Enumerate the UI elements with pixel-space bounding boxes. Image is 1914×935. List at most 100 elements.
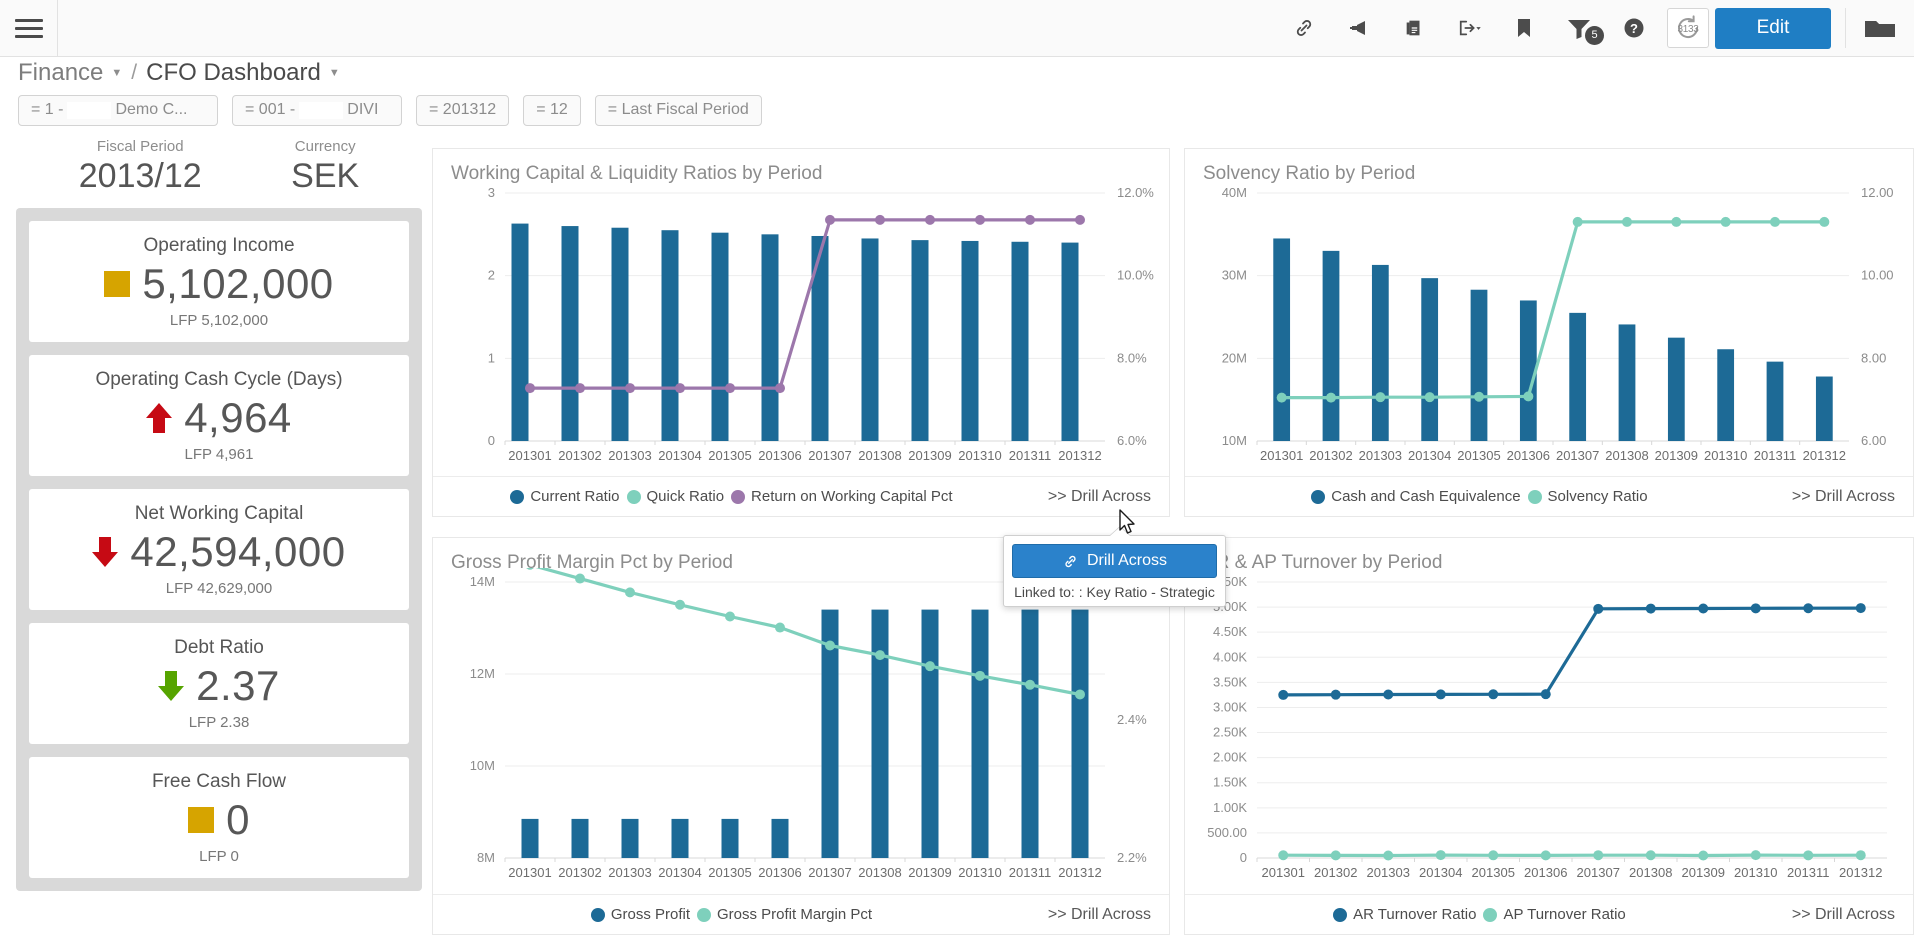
- drill-across-link[interactable]: >> Drill Across: [1030, 906, 1169, 924]
- copy-icon[interactable]: [1386, 0, 1441, 57]
- chart-data-point[interactable]: [1770, 216, 1780, 227]
- chart-data-point[interactable]: [625, 383, 635, 394]
- chart-data-point[interactable]: [1278, 689, 1289, 700]
- drill-across-button[interactable]: Drill Across: [1012, 544, 1217, 578]
- legend-item[interactable]: AP Turnover Ratio: [1483, 906, 1626, 923]
- chart-data-point[interactable]: [1075, 214, 1085, 225]
- chart-data-point[interactable]: [1593, 603, 1604, 614]
- chart-data-point[interactable]: [1645, 850, 1656, 861]
- chart-bar[interactable]: [1061, 242, 1079, 441]
- chart-data-point[interactable]: [925, 214, 935, 225]
- chart-bar[interactable]: [711, 232, 729, 441]
- chart-data-point[interactable]: [1750, 850, 1761, 861]
- chart-data-point[interactable]: [975, 214, 985, 225]
- chart-data-point[interactable]: [1025, 214, 1035, 225]
- chart-data-point[interactable]: [725, 611, 735, 622]
- chart-data-point[interactable]: [575, 383, 585, 394]
- filter-chip-last-fiscal-period[interactable]: = Last Fiscal Period: [594, 94, 762, 126]
- help-icon[interactable]: ?: [1606, 0, 1661, 57]
- chart-line[interactable]: [530, 568, 1081, 697]
- chart-data-point[interactable]: [1855, 603, 1866, 614]
- bookmark-icon[interactable]: [1496, 0, 1551, 57]
- chart-data-point[interactable]: [1330, 850, 1341, 861]
- chart-data-point[interactable]: [1803, 850, 1814, 861]
- chart-bar[interactable]: [761, 234, 779, 441]
- chart-bar[interactable]: [661, 230, 679, 441]
- kpi-card-debt-ratio[interactable]: Debt Ratio 2.37 LFP 2.38: [29, 623, 409, 744]
- chart-data-point[interactable]: [1276, 392, 1287, 403]
- chart-data-point[interactable]: [1383, 689, 1394, 700]
- chart-data-point[interactable]: [675, 383, 685, 394]
- chart-bar[interactable]: [1371, 264, 1389, 441]
- chart-data-point[interactable]: [1819, 216, 1830, 227]
- chart-data-point[interactable]: [1375, 392, 1386, 403]
- chart-bar[interactable]: [671, 818, 689, 858]
- chart-data-point[interactable]: [1075, 689, 1085, 700]
- link-icon[interactable]: [1276, 0, 1331, 57]
- legend-item[interactable]: Cash and Cash Equivalence: [1311, 488, 1521, 505]
- chart-bar[interactable]: [871, 609, 889, 858]
- hamburger-menu-icon[interactable]: [0, 0, 58, 57]
- chart-data-point[interactable]: [1488, 850, 1499, 861]
- chart-bar[interactable]: [1618, 324, 1636, 441]
- chart-line[interactable]: [1281, 220, 1825, 400]
- chart-data-point[interactable]: [1855, 850, 1866, 861]
- drill-across-link[interactable]: >> Drill Across: [1774, 906, 1913, 924]
- chart-data-point[interactable]: [1474, 391, 1484, 402]
- chart-data-point[interactable]: [1523, 391, 1534, 402]
- edit-button[interactable]: Edit: [1715, 7, 1831, 49]
- chart-bar[interactable]: [1470, 289, 1488, 441]
- chart-bar[interactable]: [961, 240, 979, 441]
- chart-data-point[interactable]: [1278, 850, 1289, 861]
- chart-bar[interactable]: [511, 223, 529, 441]
- legend-item[interactable]: Gross Profit: [590, 906, 690, 923]
- chart-data-point[interactable]: [1572, 216, 1583, 227]
- chart-bar[interactable]: [1717, 349, 1735, 441]
- legend-item[interactable]: Return on Working Capital Pct: [731, 488, 953, 505]
- chart-data-point[interactable]: [875, 650, 885, 661]
- legend-item[interactable]: Current Ratio: [510, 488, 620, 505]
- chart-data-point[interactable]: [1383, 850, 1394, 861]
- chart-bar[interactable]: [1667, 337, 1685, 441]
- chart-data-point[interactable]: [675, 599, 685, 610]
- chart-data-point[interactable]: [1435, 850, 1446, 861]
- chart-data-point[interactable]: [1435, 689, 1446, 700]
- drill-across-link[interactable]: >> Drill Across: [1030, 488, 1169, 506]
- chart-bar[interactable]: [1322, 250, 1340, 441]
- filter-icon[interactable]: 5: [1551, 0, 1606, 57]
- chart-data-point[interactable]: [625, 587, 635, 598]
- kpi-card-free-cash-flow[interactable]: Free Cash Flow 0 LFP 0: [29, 757, 409, 878]
- chart-data-point[interactable]: [1025, 679, 1035, 690]
- chart-bar[interactable]: [811, 235, 829, 441]
- chart-data-point[interactable]: [1593, 850, 1604, 861]
- chart-data-point[interactable]: [1645, 603, 1656, 614]
- chart-data-point[interactable]: [975, 670, 985, 681]
- chart-bar[interactable]: [521, 818, 539, 858]
- chart-data-point[interactable]: [1622, 216, 1632, 227]
- export-icon[interactable]: [1441, 0, 1496, 57]
- chart-bar[interactable]: [1011, 241, 1029, 441]
- chart-bar[interactable]: [1815, 376, 1833, 441]
- kpi-card-operating-cash-cycle[interactable]: Operating Cash Cycle (Days) 4,964 LFP 4,…: [29, 355, 409, 476]
- chart-bar[interactable]: [621, 818, 639, 858]
- chart-bar[interactable]: [1421, 278, 1439, 441]
- chart-bar[interactable]: [1569, 312, 1587, 441]
- chart-data-point[interactable]: [1671, 216, 1682, 227]
- folder-icon[interactable]: [1846, 0, 1914, 57]
- chart-bar[interactable]: [561, 226, 579, 441]
- legend-item[interactable]: AR Turnover Ratio: [1333, 906, 1476, 923]
- chart-data-point[interactable]: [1424, 392, 1435, 403]
- breadcrumb-page[interactable]: CFO Dashboard: [146, 59, 321, 87]
- breadcrumb-root[interactable]: Finance: [18, 59, 103, 87]
- legend-item[interactable]: Solvency Ratio: [1527, 488, 1648, 505]
- chevron-down-icon-page[interactable]: ▼: [329, 67, 340, 79]
- chart-data-point[interactable]: [525, 568, 535, 570]
- drill-across-link[interactable]: >> Drill Across: [1774, 488, 1913, 506]
- chart-data-point[interactable]: [1488, 689, 1499, 700]
- chart-bar[interactable]: [721, 818, 739, 858]
- chart-bar[interactable]: [611, 227, 629, 441]
- chart-bar[interactable]: [971, 609, 989, 858]
- chart-bar[interactable]: [1766, 361, 1784, 441]
- legend-item[interactable]: Quick Ratio: [626, 488, 724, 505]
- chart-data-point[interactable]: [825, 214, 835, 225]
